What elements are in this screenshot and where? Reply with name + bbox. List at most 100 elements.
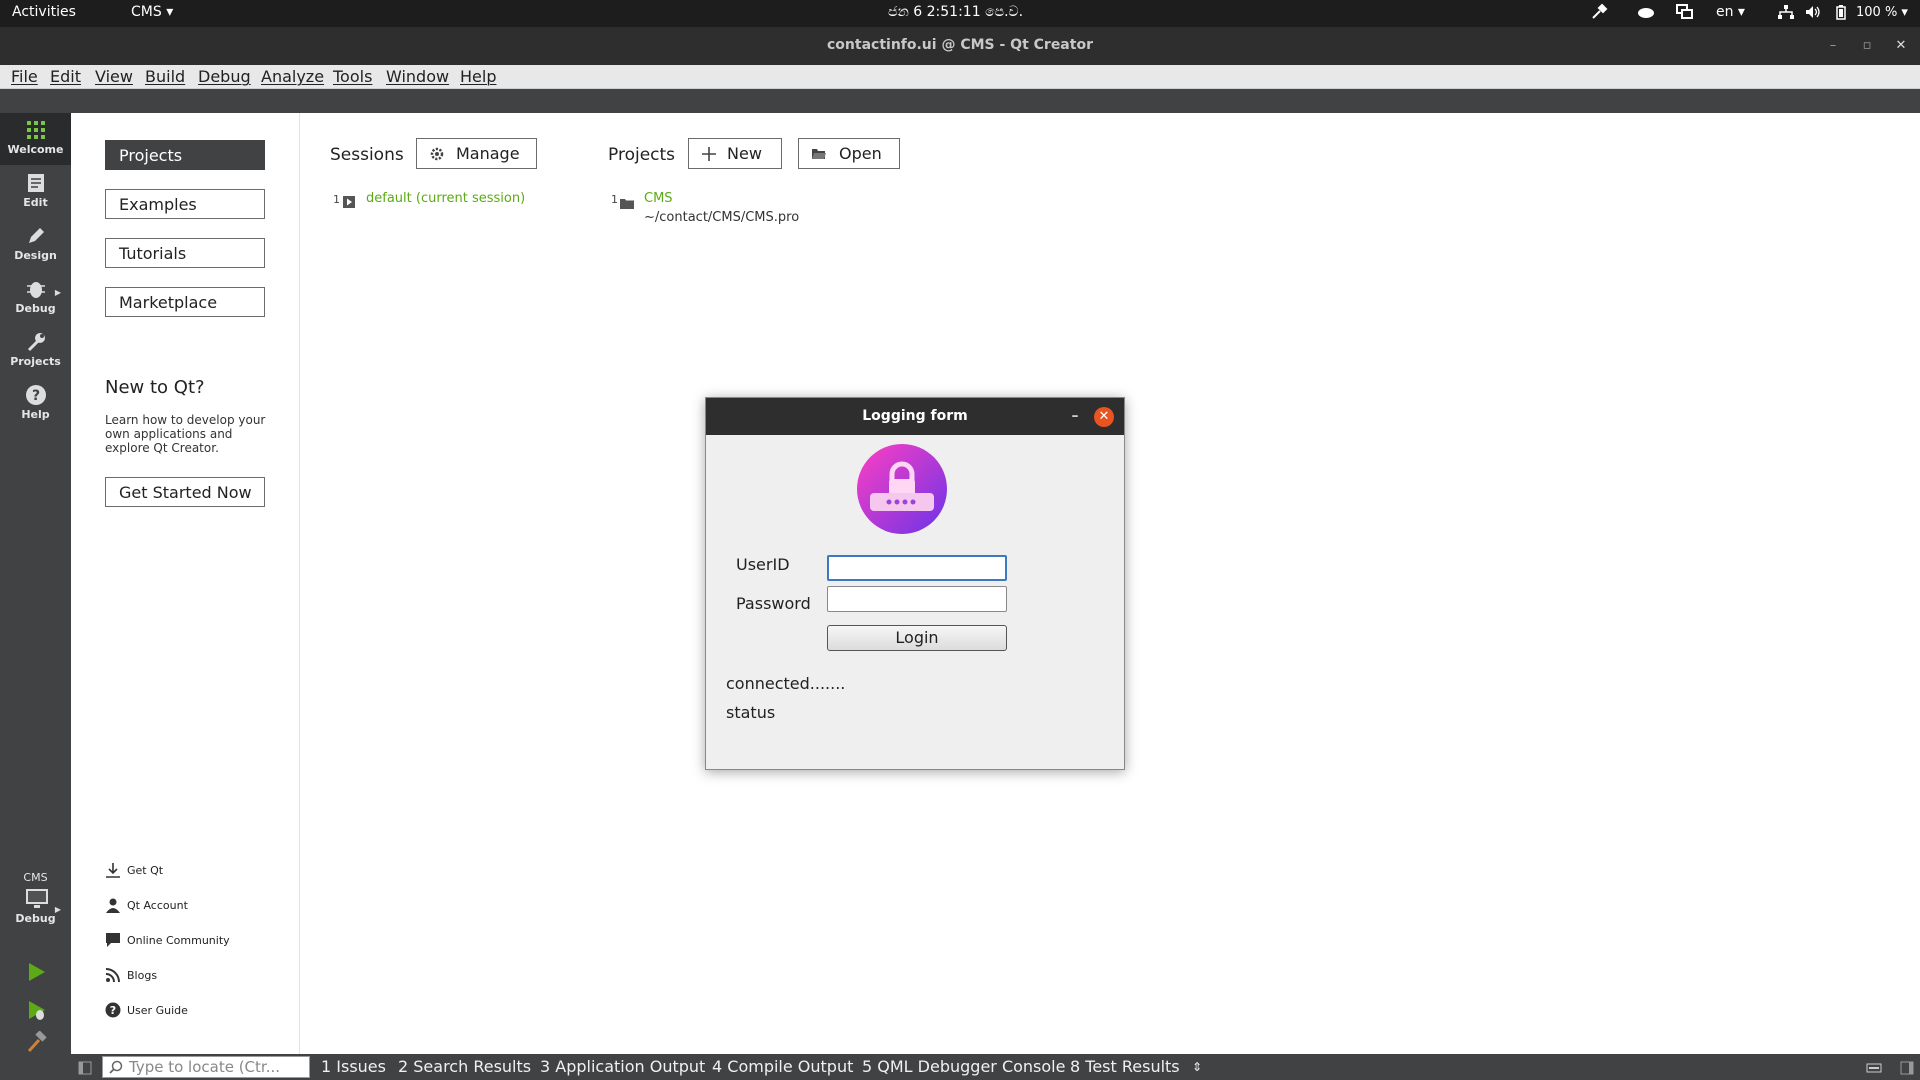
open-project-button[interactable]: Open bbox=[798, 138, 900, 169]
mode-projects[interactable]: Projects bbox=[0, 325, 71, 377]
menu-tools[interactable]: Tools bbox=[333, 67, 372, 86]
kit-project-label: CMS bbox=[23, 871, 48, 884]
session-default[interactable]: default (current session) bbox=[366, 191, 525, 206]
clock[interactable]: ජන 6 2:51:11 පෙ.ව. bbox=[888, 4, 1023, 20]
menu-help[interactable]: Help bbox=[460, 67, 496, 86]
login-button[interactable]: Login bbox=[827, 625, 1007, 651]
manage-sessions-button[interactable]: Manage bbox=[416, 138, 537, 169]
search-icon bbox=[109, 1060, 123, 1074]
language-selector[interactable]: en ▾ bbox=[1716, 4, 1745, 20]
link-label: Online Community bbox=[127, 934, 230, 947]
menu-window[interactable]: Window bbox=[386, 67, 449, 86]
dialog-title: Logging form bbox=[862, 408, 968, 424]
link-label: Blogs bbox=[127, 969, 158, 982]
menu-view[interactable]: View bbox=[95, 67, 133, 86]
debug-run-icon bbox=[25, 999, 47, 1021]
cloud-icon[interactable] bbox=[1636, 5, 1656, 23]
project-path: ~/contact/CMS/CMS.pro bbox=[644, 210, 800, 225]
mode-label: Debug bbox=[15, 302, 56, 315]
network-icon[interactable] bbox=[1778, 5, 1794, 23]
mode-label: Edit bbox=[23, 196, 48, 209]
new-project-button[interactable]: New bbox=[688, 138, 782, 169]
welcome-side-panel: Projects Examples Tutorials Marketplace … bbox=[71, 113, 300, 1054]
toggle-right-sidebar-icon[interactable] bbox=[1900, 1060, 1914, 1079]
mode-label: Projects bbox=[10, 355, 61, 368]
sessions-header: Sessions bbox=[330, 145, 404, 165]
userid-label: UserID bbox=[736, 555, 790, 574]
tab-search-results[interactable]: 2 Search Results bbox=[398, 1057, 531, 1076]
status-label: status bbox=[726, 703, 776, 722]
screens-icon[interactable] bbox=[1676, 4, 1694, 24]
bug-icon bbox=[25, 278, 47, 300]
dialog-close-button[interactable]: ✕ bbox=[1094, 407, 1114, 427]
dialog-minimize-button[interactable]: – bbox=[1065, 406, 1085, 426]
mode-label: Welcome bbox=[7, 143, 64, 156]
debug-run-button[interactable] bbox=[0, 995, 71, 1025]
color-picker-icon[interactable] bbox=[1590, 3, 1608, 25]
nav-tutorials[interactable]: Tutorials bbox=[105, 238, 265, 268]
mode-debug[interactable]: Debug ▶ bbox=[0, 272, 71, 324]
new-to-qt-description: Learn how to develop your own applicatio… bbox=[105, 413, 266, 455]
maximize-button[interactable]: ▫ bbox=[1856, 35, 1878, 57]
nav-projects[interactable]: Projects bbox=[105, 140, 265, 170]
userid-input[interactable] bbox=[827, 555, 1007, 581]
output-pane-bar: Type to locate (Ctr... 1 Issues 2 Search… bbox=[0, 1054, 1920, 1080]
password-label: Password bbox=[736, 594, 811, 613]
toggle-sidebar-icon[interactable] bbox=[78, 1060, 92, 1079]
menu-analyze[interactable]: Analyze bbox=[261, 67, 324, 86]
rss-icon bbox=[105, 967, 121, 983]
app-menu[interactable]: CMS ▾ bbox=[131, 4, 173, 20]
volume-icon[interactable] bbox=[1805, 5, 1821, 23]
mode-welcome[interactable]: Welcome bbox=[0, 113, 71, 165]
grid-icon bbox=[25, 119, 47, 141]
menu-build[interactable]: Build bbox=[145, 67, 185, 86]
progress-toggle-icon[interactable] bbox=[1866, 1060, 1882, 1079]
menu-debug[interactable]: Debug bbox=[198, 67, 251, 86]
more-tabs-icon[interactable]: ⇕ bbox=[1192, 1060, 1202, 1074]
gear-icon bbox=[429, 146, 445, 162]
run-button[interactable] bbox=[0, 957, 71, 987]
hammer-icon bbox=[25, 1030, 47, 1053]
mode-edit[interactable]: Edit bbox=[0, 166, 71, 218]
mode-help[interactable]: ? Help bbox=[0, 378, 71, 430]
projects-header: Projects bbox=[608, 145, 676, 165]
battery-icon[interactable] bbox=[1836, 5, 1846, 24]
download-icon bbox=[105, 862, 121, 878]
locator-input[interactable]: Type to locate (Ctr... bbox=[102, 1056, 310, 1078]
tab-application-output[interactable]: 3 Application Output bbox=[540, 1057, 705, 1076]
minimize-button[interactable]: – bbox=[1822, 35, 1844, 57]
svg-text:?: ? bbox=[110, 1004, 116, 1017]
activities-button[interactable]: Activities bbox=[12, 4, 76, 20]
tab-compile-output[interactable]: 4 Compile Output bbox=[712, 1057, 853, 1076]
kit-selector[interactable]: CMS Debug ▶ bbox=[0, 869, 71, 941]
build-button[interactable] bbox=[0, 1029, 71, 1054]
get-started-button[interactable]: Get Started Now bbox=[105, 477, 265, 507]
system-top-bar: Activities CMS ▾ ජන 6 2:51:11 පෙ.ව. en ▾… bbox=[0, 0, 1920, 27]
password-input[interactable] bbox=[827, 586, 1007, 612]
mode-label: Help bbox=[21, 408, 50, 421]
nav-examples[interactable]: Examples bbox=[105, 189, 265, 219]
toolbar-strip bbox=[0, 89, 1920, 113]
menu-file[interactable]: File bbox=[11, 67, 38, 86]
project-cms[interactable]: CMS bbox=[644, 191, 673, 206]
tab-test-results[interactable]: 8 Test Results bbox=[1070, 1057, 1180, 1076]
tab-qml-debugger-console[interactable]: 5 QML Debugger Console bbox=[862, 1057, 1065, 1076]
locator-placeholder: Type to locate (Ctr... bbox=[129, 1058, 281, 1076]
folder-icon bbox=[620, 194, 634, 213]
mode-design[interactable]: Design bbox=[0, 219, 71, 271]
run-icon bbox=[25, 961, 47, 983]
link-label: Get Qt bbox=[127, 864, 164, 877]
tab-issues[interactable]: 1 Issues bbox=[321, 1057, 386, 1076]
battery-menu[interactable]: 100 % ▾ bbox=[1856, 5, 1908, 20]
close-button[interactable]: ✕ bbox=[1890, 35, 1912, 57]
menu-edit[interactable]: Edit bbox=[50, 67, 81, 86]
open-label: Open bbox=[839, 144, 882, 163]
help-icon: ? bbox=[105, 1002, 121, 1018]
connection-status-text: connected....... bbox=[726, 674, 846, 693]
nav-marketplace[interactable]: Marketplace bbox=[105, 287, 265, 317]
wrench-icon bbox=[25, 331, 47, 353]
user-icon bbox=[105, 897, 121, 913]
plus-icon bbox=[701, 146, 717, 162]
link-label: User Guide bbox=[127, 1004, 188, 1017]
session-expand-icon[interactable] bbox=[343, 193, 355, 212]
